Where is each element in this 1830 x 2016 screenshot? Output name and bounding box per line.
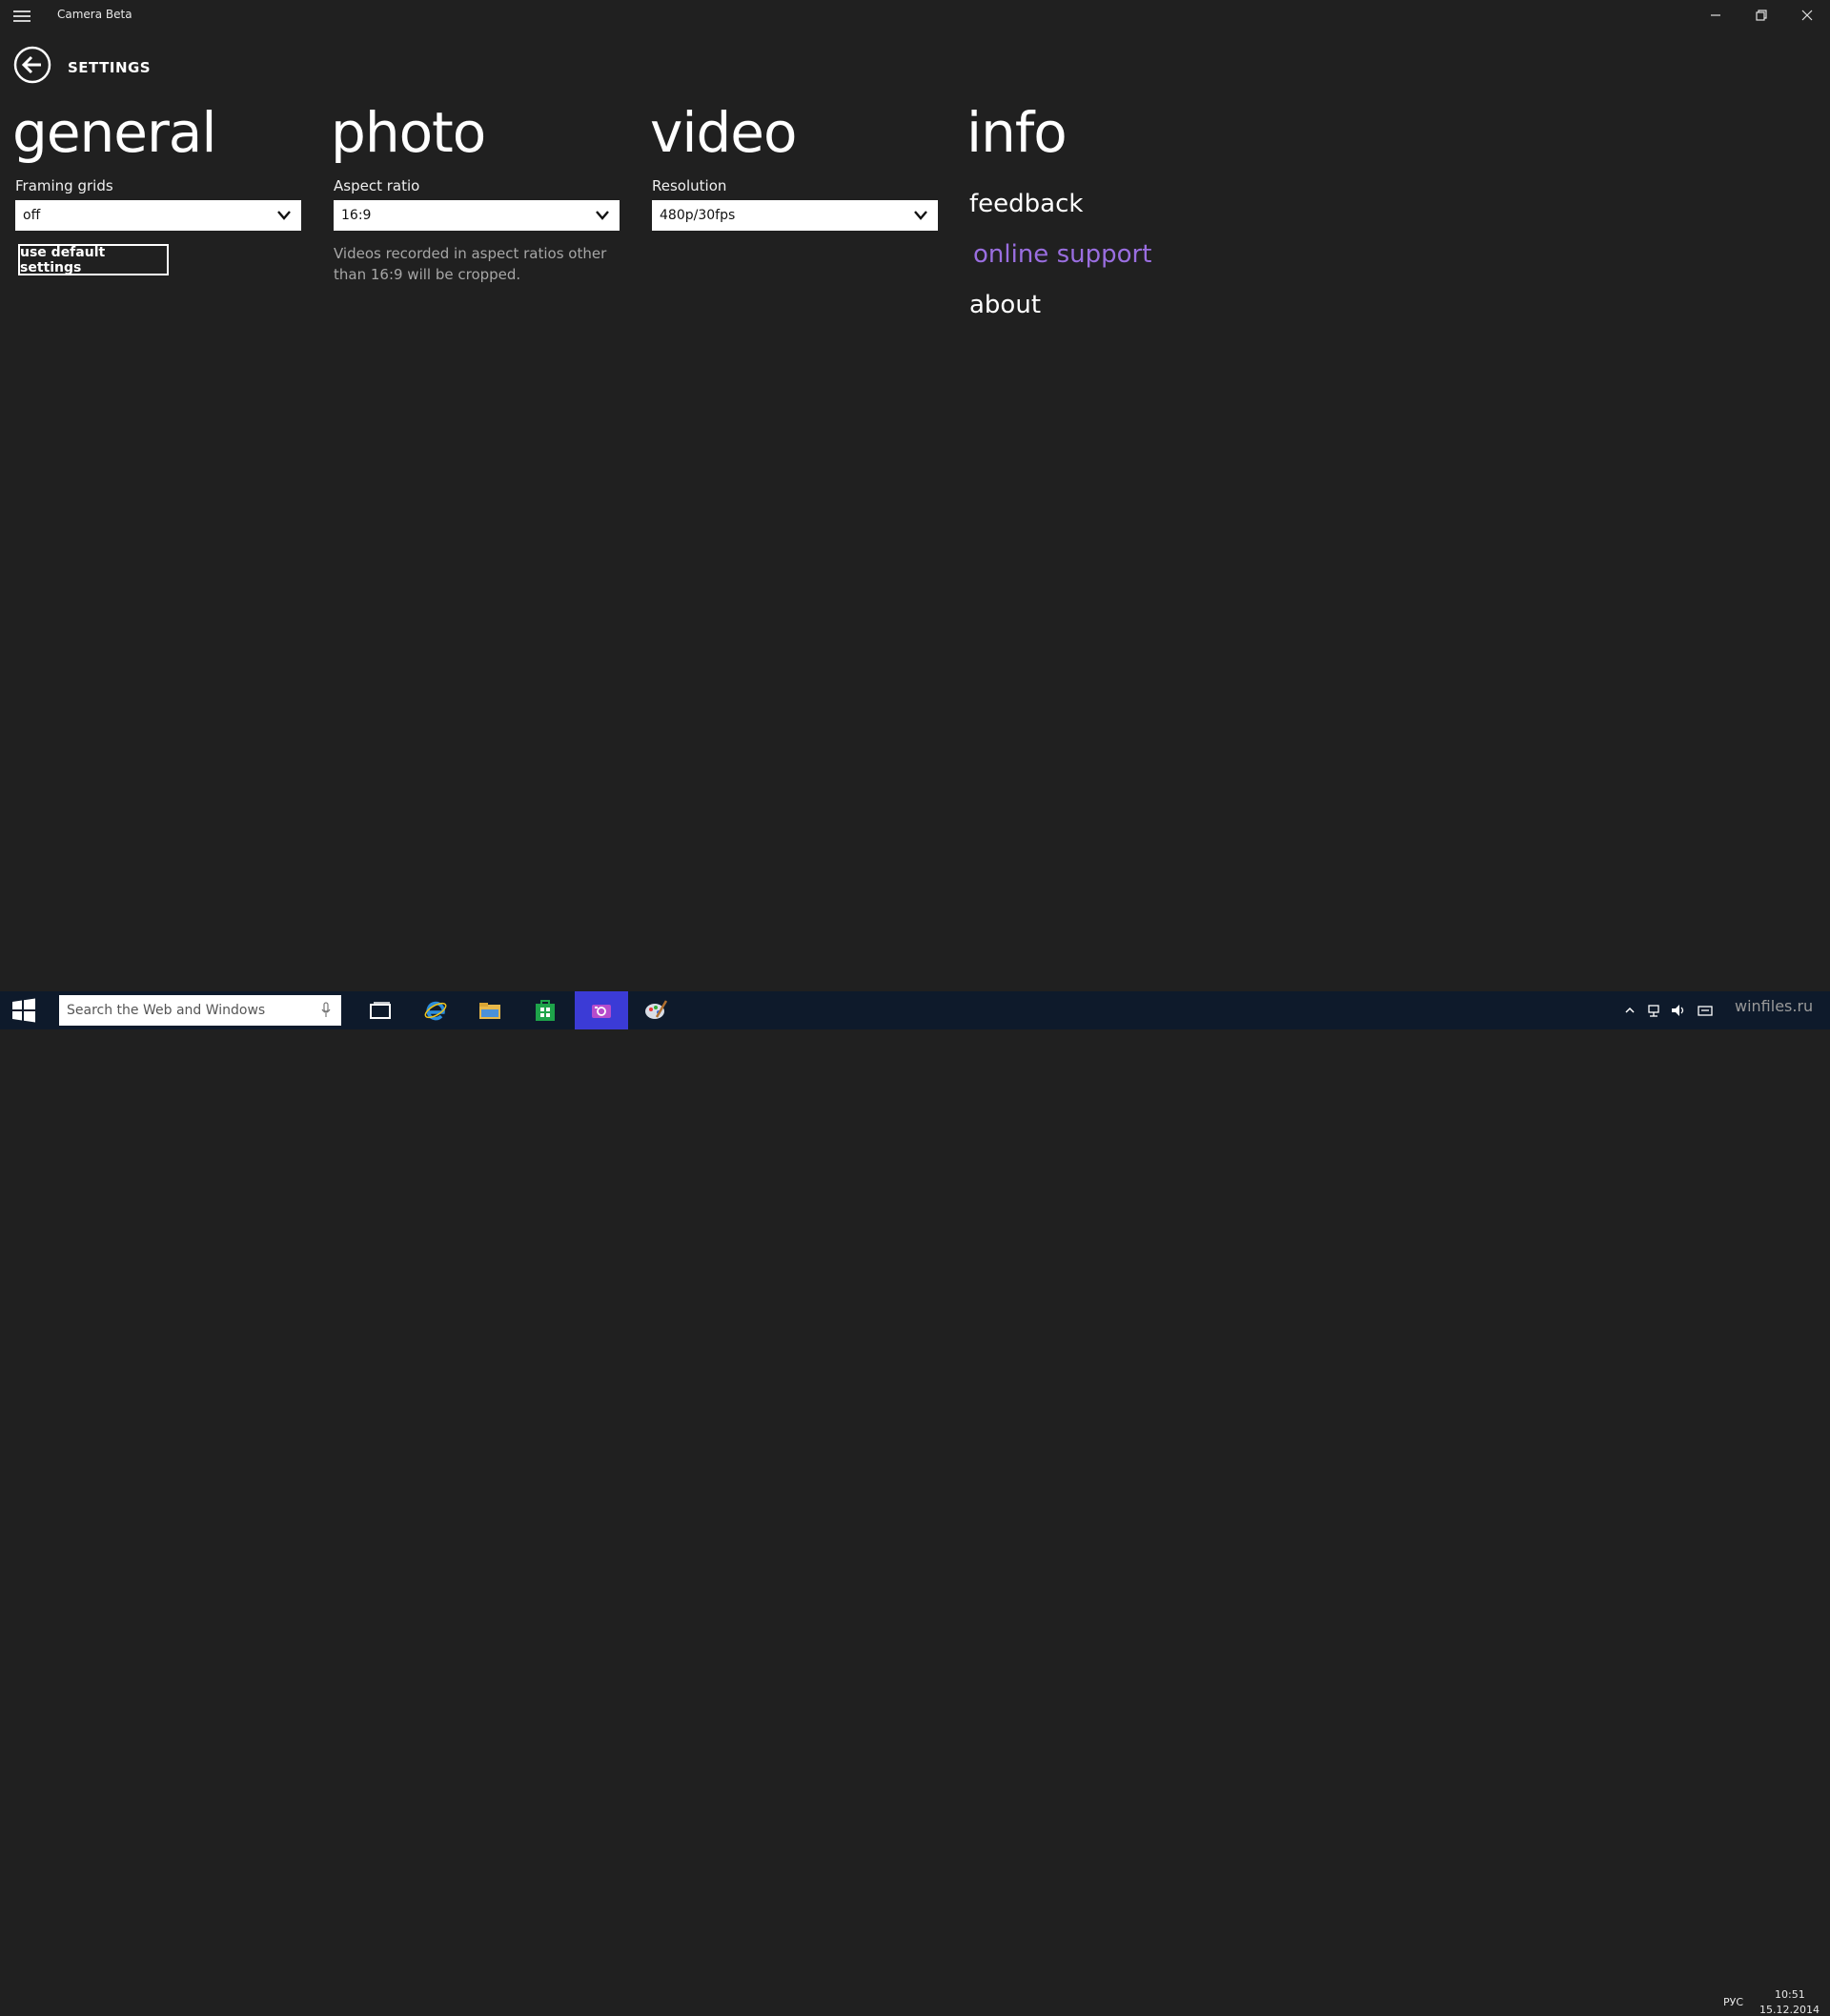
close-icon bbox=[1801, 10, 1813, 21]
language-indicator[interactable]: РУС bbox=[1723, 1996, 1743, 2008]
framing-grids-label: Framing grids bbox=[15, 177, 113, 194]
network-button[interactable] bbox=[1645, 991, 1664, 1029]
back-button[interactable] bbox=[13, 46, 51, 84]
app-title: Camera Beta bbox=[57, 8, 132, 21]
resolution-dropdown[interactable]: 480p/30fps bbox=[652, 200, 938, 231]
minimize-button[interactable] bbox=[1693, 0, 1738, 31]
resolution-value: 480p/30fps bbox=[660, 208, 736, 223]
file-explorer-icon bbox=[479, 1003, 500, 1019]
store-button[interactable] bbox=[522, 991, 568, 1029]
taskbar: Search the Web and Windows РУС 10:51 15.… bbox=[0, 991, 1830, 2016]
back-arrow-icon bbox=[13, 46, 51, 84]
online-support-link[interactable]: online support bbox=[973, 240, 1151, 269]
internet-explorer-button[interactable] bbox=[413, 991, 458, 1029]
task-view-button[interactable] bbox=[357, 991, 403, 1029]
minimize-icon bbox=[1711, 14, 1720, 16]
use-default-settings-button[interactable]: use default settings bbox=[18, 244, 169, 275]
taskbar-search-input[interactable]: Search the Web and Windows bbox=[59, 995, 341, 1026]
store-icon bbox=[536, 1000, 555, 1021]
volume-icon bbox=[1672, 1005, 1684, 1016]
volume-button[interactable] bbox=[1668, 991, 1689, 1029]
clock-date[interactable]: 15.12.2014 bbox=[1759, 2004, 1820, 2016]
about-link[interactable]: about bbox=[969, 291, 1041, 319]
microphone-icon[interactable] bbox=[320, 1002, 332, 1019]
framing-grids-dropdown[interactable]: off bbox=[15, 200, 301, 231]
search-placeholder: Search the Web and Windows bbox=[67, 1003, 266, 1018]
hamburger-menu-icon[interactable] bbox=[13, 8, 30, 23]
camera-icon bbox=[592, 1005, 611, 1018]
internet-explorer-icon bbox=[424, 1001, 447, 1021]
page-title: SETTINGS bbox=[68, 59, 152, 76]
aspect-ratio-value: 16:9 bbox=[341, 208, 372, 223]
network-icon bbox=[1648, 1005, 1659, 1017]
paint-app-button[interactable] bbox=[633, 991, 679, 1029]
aspect-ratio-label: Aspect ratio bbox=[334, 177, 420, 194]
section-title-general: general bbox=[12, 100, 216, 165]
windows-start-button[interactable] bbox=[0, 991, 48, 1029]
framing-grids-value: off bbox=[23, 208, 41, 223]
title-bar: Camera Beta bbox=[0, 0, 1830, 31]
file-explorer-button[interactable] bbox=[467, 991, 513, 1029]
chevron-up-icon bbox=[1625, 1007, 1635, 1013]
restore-icon bbox=[1756, 10, 1767, 21]
paint-icon bbox=[645, 1000, 668, 1019]
section-title-photo: photo bbox=[331, 100, 486, 165]
chevron-down-icon bbox=[595, 209, 610, 222]
restore-button[interactable] bbox=[1738, 0, 1784, 31]
aspect-ratio-note: Videos recorded in aspect ratios other t… bbox=[334, 245, 607, 283]
watermark: winfiles.ru bbox=[1735, 997, 1814, 1015]
windows-start-icon bbox=[12, 998, 35, 1023]
chevron-down-icon bbox=[276, 209, 292, 222]
section-title-info: info bbox=[966, 100, 1068, 165]
close-button[interactable] bbox=[1784, 0, 1830, 31]
resolution-label: Resolution bbox=[652, 177, 727, 194]
camera-app-button[interactable] bbox=[575, 991, 628, 1029]
show-hidden-icons-button[interactable] bbox=[1620, 991, 1639, 1029]
clock-time[interactable]: 10:51 bbox=[1775, 1988, 1805, 2001]
aspect-ratio-dropdown[interactable]: 16:9 bbox=[334, 200, 620, 231]
section-title-video: video bbox=[650, 100, 797, 165]
chevron-down-icon bbox=[913, 209, 928, 222]
task-view-icon bbox=[370, 1002, 391, 1019]
action-center-button[interactable] bbox=[1695, 991, 1716, 1029]
feedback-link[interactable]: feedback bbox=[969, 190, 1083, 218]
message-icon bbox=[1698, 1006, 1713, 1016]
